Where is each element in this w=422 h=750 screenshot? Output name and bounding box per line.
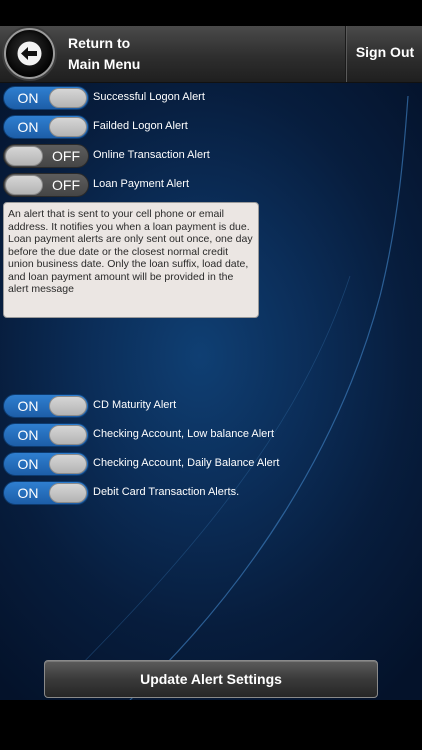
toggle-failed-logon[interactable]: ON [3, 115, 89, 139]
alert-row-low-balance: ON Checking Account, Low balance Alert [3, 423, 422, 447]
toggle-state-label: ON [17, 398, 39, 414]
alert-label: Checking Account, Daily Balance Alert [93, 457, 280, 469]
alert-label: CD Maturity Alert [93, 399, 177, 411]
toggle-knob [5, 146, 43, 166]
toggle-knob [49, 454, 87, 474]
header-divider [345, 26, 346, 82]
alert-row-successful-logon: ON Successful Logon Alert [3, 86, 422, 110]
alerts-page: Return to Main Menu Sign Out ON Successf… [0, 26, 422, 700]
return-line1: Return to [68, 35, 131, 51]
toggle-state-label: ON [17, 119, 39, 135]
alert-row-loan-payment: OFF Loan Payment Alert [3, 173, 422, 197]
toggle-state-label: ON [17, 427, 39, 443]
back-button[interactable] [4, 28, 55, 79]
toggle-knob [49, 117, 87, 137]
toggle-state-label: ON [17, 456, 39, 472]
alert-label: Checking Account, Low balance Alert [93, 428, 275, 440]
header-bar: Return to Main Menu Sign Out [0, 26, 422, 83]
alert-row-online-transaction: OFF Online Transaction Alert [3, 144, 422, 168]
toggle-knob [49, 425, 87, 445]
alert-description-box: An alert that is sent to your cell phone… [3, 202, 259, 318]
return-to-main-menu-link[interactable]: Return to Main Menu [68, 33, 188, 75]
toggle-state-label: OFF [52, 148, 80, 164]
return-line2: Main Menu [68, 56, 141, 72]
toggle-knob [49, 483, 87, 503]
toggle-debit-card[interactable]: ON [3, 481, 89, 505]
alert-row-failed-logon: ON Failded Logon Alert [3, 115, 422, 139]
toggle-loan-payment[interactable]: OFF [3, 173, 89, 197]
toggle-state-label: ON [17, 485, 39, 501]
toggle-knob [49, 88, 87, 108]
toggle-low-balance[interactable]: ON [3, 423, 89, 447]
alert-row-cd-maturity: ON CD Maturity Alert [3, 394, 422, 418]
toggle-successful-logon[interactable]: ON [3, 86, 89, 110]
toggle-knob [49, 396, 87, 416]
alert-label: Online Transaction Alert [93, 149, 210, 161]
alert-row-debit-card: ON Debit Card Transaction Alerts. [3, 481, 422, 505]
sign-out-button[interactable]: Sign Out [350, 44, 420, 60]
toggle-daily-balance[interactable]: ON [3, 452, 89, 476]
alert-label: Successful Logon Alert [93, 91, 205, 103]
bottom-bar [0, 700, 422, 750]
toggle-online-transaction[interactable]: OFF [3, 144, 89, 168]
toggle-state-label: ON [17, 90, 39, 106]
alert-row-daily-balance: ON Checking Account, Daily Balance Alert [3, 452, 422, 476]
toggle-knob [5, 175, 43, 195]
alert-label: Debit Card Transaction Alerts. [93, 486, 240, 498]
status-bar [0, 0, 422, 26]
alert-label: Loan Payment Alert [93, 178, 190, 190]
toggle-cd-maturity[interactable]: ON [3, 394, 89, 418]
alert-label: Failded Logon Alert [93, 120, 188, 132]
back-arrow-icon [17, 41, 42, 66]
update-alert-settings-button[interactable]: Update Alert Settings [44, 660, 378, 698]
toggle-state-label: OFF [52, 177, 80, 193]
screen: Return to Main Menu Sign Out ON Successf… [0, 0, 422, 750]
